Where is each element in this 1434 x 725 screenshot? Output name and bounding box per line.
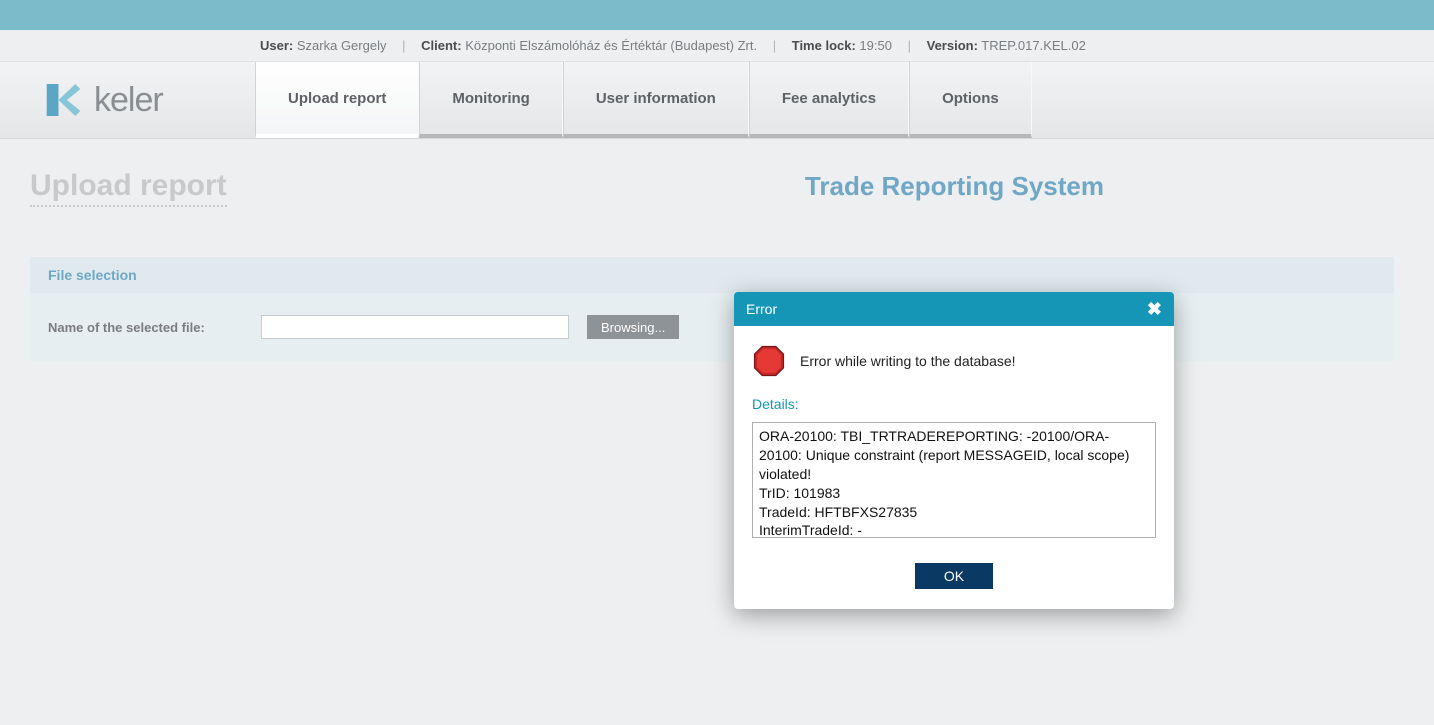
tab-fee-analytics[interactable]: Fee analytics	[749, 62, 909, 138]
timelock-value: 19:50	[859, 38, 892, 53]
user-label: User:	[260, 38, 293, 53]
error-modal: Error ✖ Error while writing to the datab…	[734, 292, 1174, 609]
modal-titlebar[interactable]: Error ✖	[734, 292, 1174, 326]
timelock-label: Time lock:	[792, 38, 856, 53]
version-label: Version:	[927, 38, 978, 53]
error-row: Error while writing to the database!	[752, 344, 1156, 378]
modal-footer: OK	[752, 563, 1156, 589]
file-field-label: Name of the selected file:	[48, 320, 243, 335]
close-icon[interactable]: ✖	[1147, 300, 1162, 318]
page-titles: Upload report Trade Reporting System	[30, 169, 1394, 207]
details-textarea[interactable]	[752, 422, 1156, 538]
top-strip	[0, 0, 1434, 30]
panel-header: File selection	[30, 257, 1394, 293]
browse-button[interactable]: Browsing...	[587, 315, 679, 339]
logo-text: keler	[94, 81, 163, 120]
separator: |	[773, 38, 776, 53]
details-label: Details:	[752, 396, 1156, 412]
content-area: Upload report Trade Reporting System Fil…	[0, 139, 1434, 361]
file-name-input[interactable]	[261, 315, 569, 339]
file-selection-panel: File selection Name of the selected file…	[30, 257, 1394, 361]
ok-button[interactable]: OK	[915, 563, 993, 589]
error-message: Error while writing to the database!	[800, 353, 1016, 369]
separator: |	[908, 38, 911, 53]
tab-monitoring[interactable]: Monitoring	[419, 62, 562, 138]
stop-icon	[752, 344, 786, 378]
header-row: keler Upload report Monitoring User info…	[0, 61, 1434, 139]
tab-options[interactable]: Options	[909, 62, 1032, 138]
client-value: Központi Elszámolóház és Értéktár (Budap…	[465, 38, 757, 53]
panel-body: Name of the selected file: Browsing...	[30, 293, 1394, 361]
keler-logo-icon	[40, 79, 82, 121]
modal-title-text: Error	[746, 301, 777, 317]
page-title: Upload report	[30, 169, 227, 207]
nav-tabs: Upload report Monitoring User informatio…	[255, 62, 1434, 138]
system-title: Trade Reporting System	[805, 171, 1104, 202]
separator: |	[402, 38, 405, 53]
tab-upload-report[interactable]: Upload report	[255, 62, 419, 138]
logo: keler	[0, 62, 255, 138]
version-value: TREP.017.KEL.02	[981, 38, 1086, 53]
info-bar: User: Szarka Gergely | Client: Központi …	[0, 30, 1434, 61]
tab-user-information[interactable]: User information	[563, 62, 749, 138]
modal-body: Error while writing to the database! Det…	[734, 326, 1174, 609]
user-value: Szarka Gergely	[297, 38, 387, 53]
client-label: Client:	[421, 38, 461, 53]
